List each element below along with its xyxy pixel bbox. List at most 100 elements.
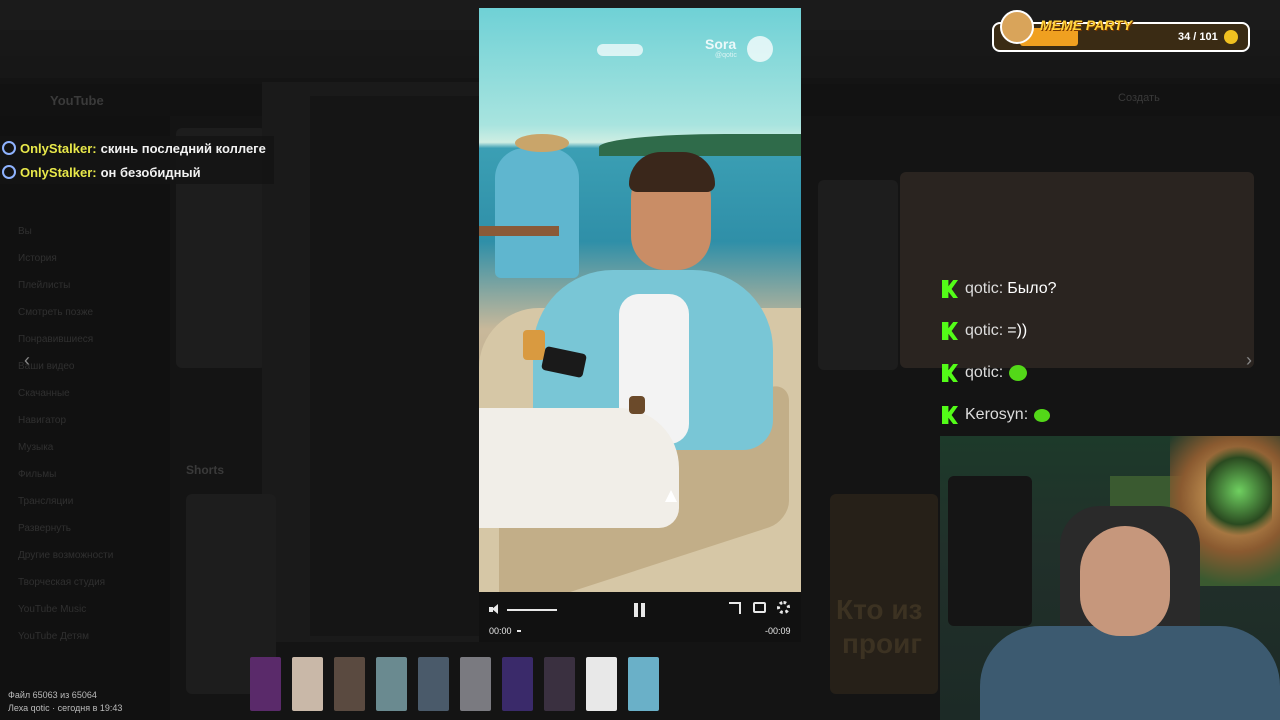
emote-icon [1034,408,1051,422]
chat-message: OnlyStalker: он безобидный [0,160,274,184]
scene-watch [629,396,645,414]
sidebar-item: Творческая студия [18,577,106,588]
scene-cloud [597,44,643,56]
filmstrip-thumbnail[interactable] [628,657,659,711]
g-platform-icon [2,141,16,155]
chat-username: qotic: [965,280,1004,297]
sidebar-item: Скачанные [18,388,70,399]
clan-badge-icon [1206,446,1272,536]
filmstrip-thumbnail[interactable] [586,657,617,711]
shorts-caption: проиг [842,628,922,659]
sidebar-item: Плейлисты [18,280,71,291]
time-remaining: -00:09 [765,626,791,636]
chat-username: qotic: [965,364,1004,381]
seek-bar[interactable] [517,630,521,632]
chat-text: скинь последний коллеге [100,140,266,156]
file-counter: Файл 65063 из 65064 [8,690,97,700]
picture-in-picture-icon[interactable] [753,602,766,613]
sidebar-item: Другие возможности [18,550,114,561]
meme-party-widget: MEME PARTY 34 / 101 [992,10,1250,52]
thumbnail [818,180,898,370]
filmstrip [250,657,659,711]
chat-message: qotic: =)) [942,310,1057,352]
shorts-label: Shorts [186,463,225,477]
filmstrip-thumbnail[interactable] [460,657,491,711]
chevron-left-icon[interactable]: ‹ [24,350,30,371]
chat-username: OnlyStalker: [20,140,97,156]
chat-username: Kerosyn: [965,406,1029,423]
webcam-streamer [1080,526,1170,636]
chat-message: Kerosyn: [942,394,1057,436]
sidebar-item: Трансляции [18,496,74,507]
pause-icon[interactable] [633,603,647,617]
volume-icon[interactable] [489,604,501,614]
player-controls: 00:00 -00:09 [479,592,801,642]
filmstrip-thumbnail[interactable] [250,657,281,711]
gear-icon[interactable] [777,601,790,614]
sora-watermark: Sora [705,36,737,52]
sidebar-item: Понравившиеся [18,334,94,345]
webcam-feed [940,436,1280,720]
chat-overlay-right: qotic: Было? qotic: =)) qotic: Kerosyn: [942,268,1057,436]
time-current: 00:00 [489,626,512,636]
scene-man-hair [629,152,715,192]
chat-message: OnlyStalker: скинь последний коллеге [0,136,274,160]
sora-ghost-icon [747,36,773,62]
kick-icon [942,364,958,382]
meme-party-count: 34 / 101 [1178,31,1218,43]
chat-text: =)) [1007,322,1028,339]
chat-message: qotic: Было? [942,268,1057,310]
webcam-shirt [980,626,1280,720]
youtube-sidebar: Вы История Плейлисты Смотреть позже Понравив… [0,116,170,720]
filmstrip-thumbnail[interactable] [376,657,407,711]
scene-glass [523,330,545,360]
g-platform-icon [2,165,16,179]
filmstrip-thumbnail[interactable] [502,657,533,711]
youtube-logo: YouTube [50,93,104,108]
scene-hat [515,134,569,152]
kick-icon [942,406,958,424]
chat-message: qotic: [942,352,1057,394]
webcam-speaker [948,476,1032,626]
sidebar-item: Смотреть позже [18,307,94,318]
chat-text: Было? [1007,280,1057,297]
fullscreen-icon[interactable] [729,602,741,614]
sidebar-item: Развернуть [18,523,72,534]
filmstrip-thumbnail[interactable] [418,657,449,711]
scene-table [479,226,559,236]
sidebar-item: Вы [18,226,32,237]
chat-username: qotic: [965,322,1004,339]
sidebar-item: Музыка [18,442,54,453]
kick-icon [942,280,958,298]
video-player[interactable]: Sora @qotic 00:00 -00:09 [479,8,801,642]
filmstrip-thumbnail[interactable] [292,657,323,711]
scene-woman [495,148,579,278]
sidebar-item: История [18,253,57,264]
chat-panel-inner [310,96,480,636]
chevron-right-icon[interactable]: › [1246,350,1252,371]
create-button: Создать [1118,92,1160,104]
shorts-caption: Кто из [836,594,923,625]
video-frame[interactable]: Sora @qotic [479,8,801,592]
scene-island [599,134,801,156]
kick-icon [942,322,958,340]
chat-overlay-top: OnlyStalker: скинь последний коллеге Onl… [0,136,274,184]
chat-text: он безобидный [100,164,201,180]
meme-party-title: MEME PARTY [1040,17,1133,33]
doge-icon [1000,10,1034,44]
coin-icon [1224,30,1238,44]
filmstrip-thumbnail[interactable] [334,657,365,711]
scene-man-legs [479,408,679,528]
sidebar-item: YouTube Детям [18,631,89,642]
filmstrip-thumbnail[interactable] [544,657,575,711]
mouse-cursor-icon [665,490,677,502]
sora-watermark-handle: @qotic [715,52,737,59]
sidebar-item: Фильмы [18,469,57,480]
sidebar-item: YouTube Music [18,604,87,615]
volume-slider[interactable] [507,609,557,611]
sidebar-item: Навигатор [18,415,67,426]
emote-icon [1009,365,1028,381]
file-author: Леха qotic · сегодня в 19:43 [8,703,123,713]
chat-username: OnlyStalker: [20,164,97,180]
file-info: Файл 65063 из 65064 Леха qotic · сегодня… [8,689,122,715]
